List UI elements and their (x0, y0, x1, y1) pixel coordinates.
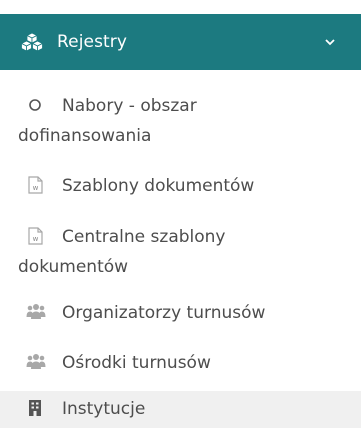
building-icon (26, 394, 44, 416)
svg-text:w: w (33, 235, 39, 243)
menu-item-instytucje[interactable]: Instytucje (0, 391, 361, 428)
menu-item-osrodki-turnusow[interactable]: Ośrodki turnusów (18, 348, 348, 378)
menu-item-label-cont: dofinansowania (18, 126, 152, 146)
menu-item-label: Instytucje (62, 399, 146, 419)
users-icon (26, 351, 46, 369)
svg-text:w: w (33, 184, 39, 192)
circle-outline-icon (26, 94, 44, 112)
word-document-icon: w (26, 225, 44, 245)
menu-item-label: Nabory - obszar (62, 96, 197, 116)
menu-item-label: Organizatorzy turnusów (62, 303, 266, 323)
menu-item-label: Ośrodki turnusów (62, 353, 211, 373)
section-header-rejestry[interactable]: Rejestry (0, 14, 361, 70)
menu-item-label: Szablony dokumentów (62, 176, 255, 196)
menu-item-nabory[interactable]: Nabory - obszar dofinansowania (18, 91, 348, 151)
menu-item-szablony-dokumentow[interactable]: w Szablony dokumentów (18, 171, 348, 201)
section-title: Rejestry (57, 32, 128, 52)
sidebar-menu: Rejestry Nabory - obszar dofinansowania … (0, 0, 361, 428)
menu-item-organizatorzy-turnusow[interactable]: Organizatorzy turnusów (18, 298, 348, 328)
chevron-down-icon[interactable] (323, 34, 337, 48)
users-icon (26, 301, 46, 319)
word-document-icon: w (26, 174, 44, 194)
cubes-icon (20, 31, 48, 53)
menu-item-label: Centralne szablony (62, 227, 226, 247)
menu-item-label-cont: dokumentów (18, 257, 129, 277)
menu-item-centralne-szablony[interactable]: w Centralne szablony dokumentów (18, 222, 348, 282)
